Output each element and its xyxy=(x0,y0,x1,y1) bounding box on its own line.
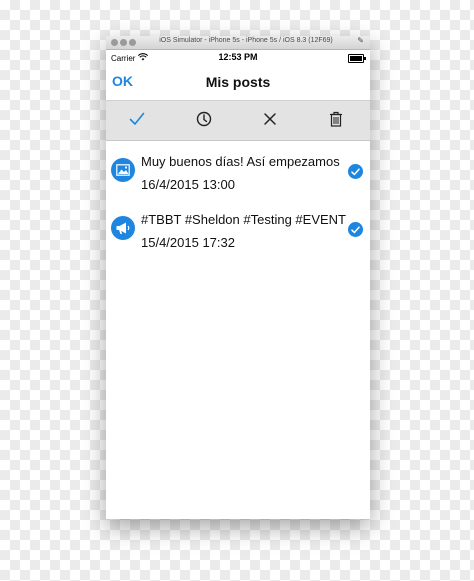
list-item[interactable]: Muy buenos días! Así empezamos 16/4/2015… xyxy=(106,146,370,204)
cancel-button[interactable] xyxy=(257,107,283,133)
close-icon xyxy=(263,112,277,129)
close-window-button[interactable] xyxy=(111,39,118,46)
navigation-bar: OK Mis posts xyxy=(106,66,370,101)
page-title: Mis posts xyxy=(205,74,271,90)
clock-icon xyxy=(196,111,212,130)
status-time: 12:53 PM xyxy=(218,52,258,62)
checkmark-icon xyxy=(129,112,145,129)
zoom-window-button[interactable] xyxy=(129,39,136,46)
simulator-titlebar: iOS Simulator - iPhone 5s - iPhone 5s / … xyxy=(106,36,370,50)
delete-button[interactable] xyxy=(323,107,349,133)
image-icon xyxy=(111,158,135,182)
selected-check-icon[interactable] xyxy=(348,164,363,179)
post-title: #TBBT #Sheldon #Testing #EVENT xyxy=(141,212,346,227)
list-item[interactable]: #TBBT #Sheldon #Testing #EVENT 15/4/2015… xyxy=(106,204,370,262)
selected-check-icon[interactable] xyxy=(348,222,363,237)
ok-button[interactable]: OK xyxy=(112,73,133,89)
minimize-window-button[interactable] xyxy=(120,39,127,46)
schedule-button[interactable] xyxy=(191,107,217,133)
post-title: Muy buenos días! Así empezamos xyxy=(141,154,340,169)
pin-icon: ✎ xyxy=(357,36,364,45)
trash-icon xyxy=(329,111,343,130)
confirm-button[interactable] xyxy=(124,107,150,133)
post-date: 16/4/2015 13:00 xyxy=(141,177,235,192)
status-bar: Carrier 12:53 PM xyxy=(106,50,370,66)
megaphone-icon xyxy=(111,216,135,240)
battery-icon xyxy=(348,54,366,63)
simulator-window: iOS Simulator - iPhone 5s - iPhone 5s / … xyxy=(106,36,370,519)
action-toolbar xyxy=(106,101,370,141)
simulator-title: iOS Simulator - iPhone 5s - iPhone 5s / … xyxy=(159,37,333,44)
post-date: 15/4/2015 17:32 xyxy=(141,235,235,250)
